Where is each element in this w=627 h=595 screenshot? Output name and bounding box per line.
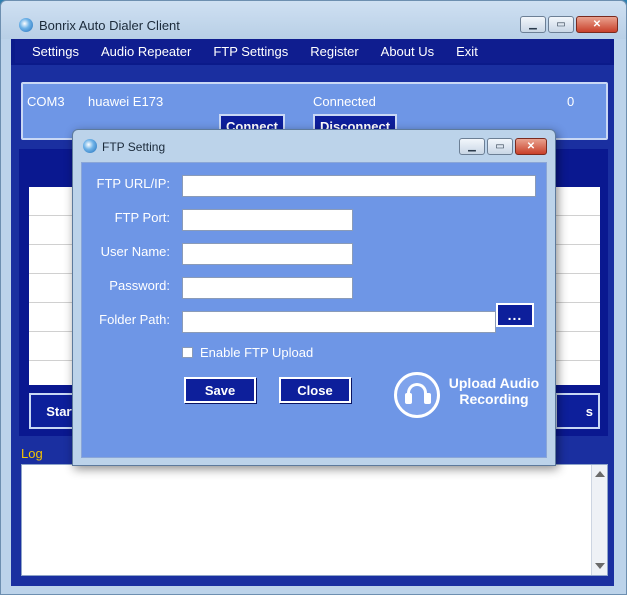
upload-audio-recording-button[interactable] <box>394 372 440 418</box>
close-dialog-button[interactable]: Close <box>279 377 351 403</box>
dialog-title: FTP Setting <box>102 140 166 154</box>
upload-audio-recording-label[interactable]: Upload Audio Recording <box>444 375 544 407</box>
maximize-icon: ▭ <box>495 141 505 152</box>
user-name-label: User Name: <box>100 244 170 259</box>
headphones-right-ear <box>424 393 431 404</box>
ftp-port-input[interactable] <box>182 209 353 231</box>
minimize-icon: ▁ <box>468 141 476 152</box>
dialog-maximize-button[interactable]: ▭ <box>487 138 513 155</box>
scroll-down-icon[interactable] <box>595 563 605 569</box>
save-button[interactable]: Save <box>184 377 256 403</box>
device-model: huawei E173 <box>88 94 164 109</box>
menu-ftp-settings[interactable]: FTP Settings <box>200 44 297 59</box>
maximize-icon: ▭ <box>556 19 566 30</box>
log-textarea[interactable] <box>21 464 608 576</box>
right-action-button[interactable]: s <box>555 393 600 429</box>
headphones-left-ear <box>405 393 412 404</box>
close-button[interactable]: ✕ <box>576 16 618 33</box>
dialog-titlebar[interactable]: FTP Setting ▁ ▭ ✕ <box>73 130 555 162</box>
dialog-body: FTP URL/IP: FTP Port: User Name: Passwor… <box>81 162 547 458</box>
dialog-close-button[interactable]: ✕ <box>515 138 547 155</box>
log-scrollbar[interactable] <box>591 465 607 575</box>
enable-ftp-upload-checkbox[interactable] <box>182 347 193 358</box>
device-status: Connected <box>313 94 376 109</box>
maximize-button[interactable]: ▭ <box>548 16 574 33</box>
minimize-button[interactable]: ▁ <box>520 16 546 33</box>
menu-exit[interactable]: Exit <box>443 44 487 59</box>
folder-path-label: Folder Path: <box>99 312 170 327</box>
ftp-url-input[interactable] <box>182 175 536 197</box>
user-name-input[interactable] <box>182 243 353 265</box>
log-label: Log <box>21 446 43 461</box>
close-icon: ✕ <box>592 19 602 30</box>
device-port: COM3 <box>27 94 65 109</box>
menu-about-us[interactable]: About Us <box>368 44 443 59</box>
ftp-url-label: FTP URL/IP: <box>96 176 170 191</box>
window-controls: ▁ ▭ ✕ <box>520 16 618 33</box>
main-titlebar[interactable]: Bonrix Auto Dialer Client ▁ ▭ ✕ <box>1 1 626 39</box>
device-count: 0 <box>567 94 575 109</box>
ftp-setting-dialog: FTP Setting ▁ ▭ ✕ FTP URL/IP: FTP Port: … <box>72 129 556 466</box>
menu-register[interactable]: Register <box>297 44 367 59</box>
menu-settings[interactable]: Settings <box>15 44 88 59</box>
ftp-port-label: FTP Port: <box>114 210 170 225</box>
upload-line-2: Recording <box>459 391 529 407</box>
scroll-up-icon[interactable] <box>595 471 605 477</box>
dialog-minimize-button[interactable]: ▁ <box>459 138 485 155</box>
browse-folder-button[interactable]: ... <box>496 303 534 327</box>
close-icon: ✕ <box>526 141 536 152</box>
app-icon <box>83 139 97 153</box>
folder-path-input[interactable] <box>182 311 496 333</box>
dialog-window-controls: ▁ ▭ ✕ <box>459 138 547 155</box>
password-label: Password: <box>109 278 170 293</box>
minimize-icon: ▁ <box>529 19 537 30</box>
enable-ftp-upload-label[interactable]: Enable FTP Upload <box>200 345 313 360</box>
menu-bar: Settings Audio Repeater FTP Settings Reg… <box>15 39 610 63</box>
menu-audio-repeater[interactable]: Audio Repeater <box>88 44 200 59</box>
window-title: Bonrix Auto Dialer Client <box>39 18 180 33</box>
password-input[interactable] <box>182 277 353 299</box>
app-icon <box>19 18 33 32</box>
upload-line-1: Upload Audio <box>448 375 540 391</box>
